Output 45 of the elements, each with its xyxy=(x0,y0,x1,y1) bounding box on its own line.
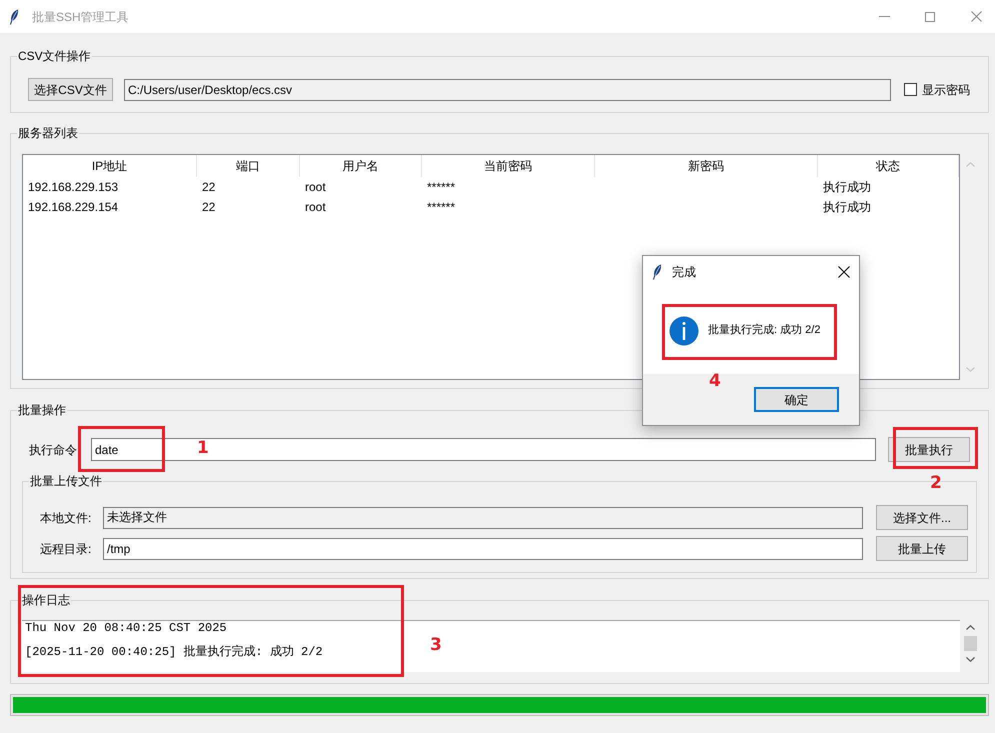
feather-icon xyxy=(9,8,19,24)
info-icon xyxy=(669,316,699,346)
table-cell-text: root xyxy=(305,199,326,216)
log-line: [2025-11-20 00:40:25] 批量执行完成: 成功 2/2 xyxy=(25,645,323,660)
field-label: 执行命令 xyxy=(29,442,78,458)
table-cell-text: 192.168.229.153 xyxy=(28,179,118,196)
annotation-number: 4 xyxy=(709,372,721,390)
choose-file-button[interactable]: 选择文件... xyxy=(876,505,968,530)
upload-button[interactable]: 批量上传 xyxy=(876,536,968,561)
table-cell-text: ****** xyxy=(427,179,456,196)
annotation-number: 2 xyxy=(930,474,942,492)
annotation-number: 1 xyxy=(197,439,209,457)
ok-button[interactable]: 确定 xyxy=(754,387,839,412)
dialog-message: 批量执行完成: 成功 2/2 xyxy=(708,322,820,338)
field-label: 远程目录: xyxy=(40,540,92,558)
local-file-field[interactable]: 未选择文件 xyxy=(103,506,863,528)
table-cell-text: 22 xyxy=(202,199,216,216)
table-cell-text: 执行成功 xyxy=(823,199,871,216)
group-title: CSV文件操作 xyxy=(17,48,92,64)
window-title: 批量SSH管理工具 xyxy=(32,8,129,26)
log-line: Thu Nov 20 08:40:25 CST 2025 xyxy=(25,621,227,636)
table-cell-text: root xyxy=(305,179,326,196)
scrollbar-thumb[interactable] xyxy=(964,636,976,651)
group-title: 操作日志 xyxy=(21,592,71,608)
checkbox-label: 显示密码 xyxy=(922,82,970,98)
annotation-number: 3 xyxy=(430,636,442,654)
csv-path-field[interactable]: C:/Users/user/Desktop/ecs.csv xyxy=(124,78,891,100)
table-cell-text: 执行成功 xyxy=(823,179,871,196)
feather-icon xyxy=(652,264,662,280)
chevron-down-icon[interactable] xyxy=(966,657,974,662)
field-label: 本地文件: xyxy=(40,510,92,526)
group-title: 批量操作 xyxy=(17,402,67,418)
table-cell-text: 192.168.229.154 xyxy=(28,199,118,216)
table-cell-text: 22 xyxy=(202,179,216,196)
dialog-title: 完成 xyxy=(672,264,696,280)
group-title: 服务器列表 xyxy=(17,125,79,141)
maximize-icon[interactable] xyxy=(925,12,935,22)
checkbox[interactable] xyxy=(904,83,917,96)
table-cell-text: ****** xyxy=(427,199,456,216)
execute-button[interactable]: 批量执行 xyxy=(888,437,970,462)
group-title: 批量上传文件 xyxy=(29,473,103,489)
select-csv-button[interactable]: 选择CSV文件 xyxy=(28,78,113,101)
remote-dir-field[interactable]: /tmp xyxy=(103,538,863,560)
close-icon[interactable] xyxy=(838,266,850,278)
chevron-up-icon[interactable] xyxy=(966,625,974,630)
